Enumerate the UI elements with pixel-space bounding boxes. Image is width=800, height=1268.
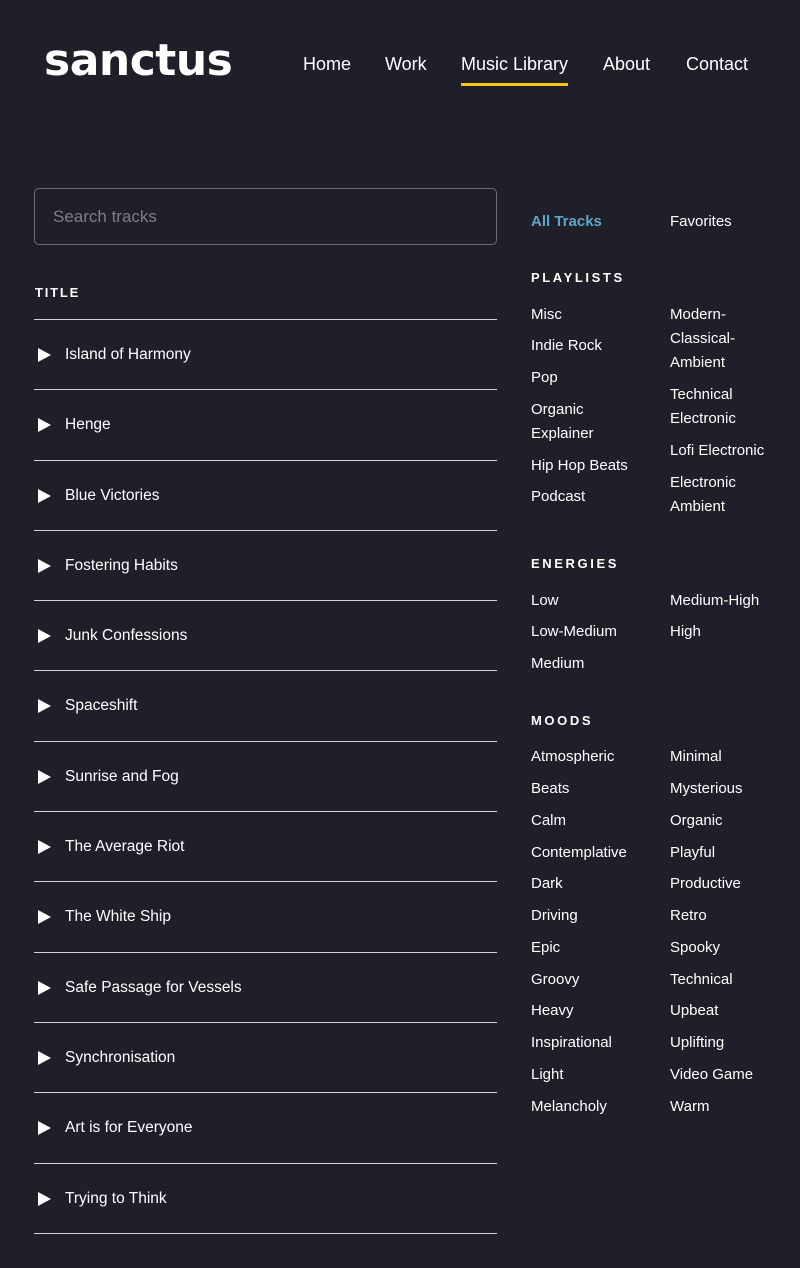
track-row[interactable]: Sunrise and Fog [34, 740, 497, 811]
nav-home[interactable]: Home [303, 52, 351, 76]
mood-tag[interactable]: Playful [670, 841, 790, 865]
mood-tag[interactable]: Melancholy [531, 1095, 661, 1119]
track-row[interactable]: Junk Confessions [34, 600, 497, 670]
track-row[interactable]: Spaceshift [34, 670, 497, 740]
playlists-heading: PLAYLISTS [531, 270, 625, 285]
playlist-tag[interactable]: Electronic Ambient [670, 471, 760, 519]
playlist-tag[interactable]: Podcast [531, 485, 661, 509]
mood-tag[interactable]: Driving [531, 904, 661, 928]
search-input[interactable] [34, 188, 497, 245]
mood-tag[interactable]: Light [531, 1063, 661, 1087]
energy-tag[interactable]: Low-Medium [531, 620, 661, 644]
track-row[interactable]: Art is for Everyone [34, 1092, 497, 1162]
track-title: Synchronisation [65, 1048, 176, 1066]
mood-tag[interactable]: Beats [531, 777, 661, 801]
play-icon[interactable] [38, 1121, 51, 1136]
mood-tag[interactable]: Organic [670, 809, 790, 833]
track-title: The Average Riot [65, 838, 185, 856]
track-list: Island of Harmony Henge Blue Victories Fost… [34, 319, 497, 1268]
main-nav: Home Work Music Library About Contact [0, 52, 800, 92]
mood-tag[interactable]: Productive [670, 872, 790, 896]
playlist-tag[interactable]: Misc [531, 303, 661, 327]
track-title: Henge [65, 416, 111, 434]
track-title: Trying to Think [65, 1189, 167, 1207]
nav-about[interactable]: About [603, 52, 650, 76]
playlist-tag[interactable]: Lofi Electronic [670, 439, 790, 463]
play-icon[interactable] [38, 348, 51, 362]
play-icon[interactable] [38, 1050, 51, 1065]
mood-tag[interactable]: Atmospheric [531, 745, 661, 769]
track-title: Sunrise and Fog [65, 767, 179, 785]
energies-heading: ENERGIES [531, 556, 619, 571]
play-icon[interactable] [38, 1191, 51, 1206]
nav-work[interactable]: Work [385, 52, 427, 76]
mood-tag[interactable]: Contemplative [531, 841, 661, 865]
mood-tag[interactable]: Mysterious [670, 777, 790, 801]
play-icon[interactable] [38, 910, 51, 925]
energy-tag[interactable]: Medium-High [670, 589, 790, 613]
moods-heading: MOODS [531, 713, 594, 728]
track-title: The White Ship [65, 908, 171, 926]
mood-tag[interactable]: Dark [531, 872, 661, 896]
play-icon[interactable] [38, 488, 51, 503]
track-row[interactable]: Safe Passage for Vessels [34, 951, 497, 1022]
play-icon[interactable] [38, 418, 51, 433]
play-icon[interactable] [38, 840, 51, 855]
track-title: Art is for Everyone [65, 1119, 193, 1137]
mood-tag[interactable]: Spooky [670, 936, 790, 960]
play-icon[interactable] [38, 558, 51, 573]
mood-tag[interactable]: Heavy [531, 999, 661, 1023]
playlist-tag[interactable]: Pop [531, 366, 661, 390]
track-row[interactable]: Fostering Habits [34, 529, 497, 600]
track-row[interactable]: Synchronisation [34, 1021, 497, 1092]
playlist-tag[interactable]: Technical Electronic [670, 383, 760, 431]
energy-tag[interactable]: Low [531, 589, 661, 613]
mood-tag[interactable]: Retro [670, 904, 790, 928]
mood-tag[interactable]: Groovy [531, 968, 661, 992]
energy-tag[interactable]: High [670, 620, 790, 644]
track-title: Safe Passage for Vessels [65, 978, 242, 996]
mood-tag[interactable]: Calm [531, 809, 661, 833]
nav-music-library[interactable]: Music Library [461, 52, 569, 86]
mood-tag[interactable]: Upbeat [670, 999, 790, 1023]
play-icon[interactable] [38, 699, 51, 714]
mood-tag[interactable]: Epic [531, 936, 661, 960]
mood-tag[interactable]: Technical [670, 968, 790, 992]
track-row[interactable]: Henge [34, 389, 497, 459]
energy-tag[interactable]: Medium [531, 652, 661, 676]
track-title: Island of Harmony [65, 346, 191, 363]
playlist-tag[interactable]: Modern-Classical-Ambient [670, 303, 760, 375]
playlist-tag[interactable]: Organic Explainer [531, 398, 621, 446]
track-title: Spaceshift [65, 697, 138, 715]
play-icon[interactable] [38, 769, 51, 784]
track-title: Fostering Habits [65, 556, 178, 574]
track-title: Blue Victories [65, 486, 160, 504]
nav-contact[interactable]: Contact [686, 52, 748, 76]
mood-tag[interactable]: Video Game [670, 1063, 790, 1087]
playlist-tag[interactable]: Hip Hop Beats [531, 454, 661, 478]
play-icon[interactable] [38, 629, 51, 644]
track-row[interactable]: Trying to Think [34, 1162, 497, 1233]
music-library-page: sanctus Home Work Music Library About Co… [0, 0, 800, 1268]
title-column-header: TITLE [35, 285, 81, 300]
track-title: Junk Confessions [65, 627, 188, 645]
track-row[interactable]: Blue Victories [34, 459, 497, 530]
track-row[interactable]: The Average Riot [34, 811, 497, 881]
play-icon[interactable] [38, 980, 51, 995]
mood-tag[interactable]: Warm [670, 1095, 790, 1119]
mood-tag[interactable]: Uplifting [670, 1031, 790, 1055]
mood-tag[interactable]: Minimal [670, 745, 790, 769]
favorites-link[interactable]: Favorites [670, 210, 732, 234]
track-row[interactable]: Island of Harmony [34, 319, 497, 389]
mood-tag[interactable]: Inspirational [531, 1031, 661, 1055]
track-row [34, 1232, 497, 1268]
all-tracks-link[interactable]: All Tracks [531, 210, 602, 234]
track-row[interactable]: The White Ship [34, 881, 497, 951]
playlist-tag[interactable]: Indie Rock [531, 334, 661, 358]
